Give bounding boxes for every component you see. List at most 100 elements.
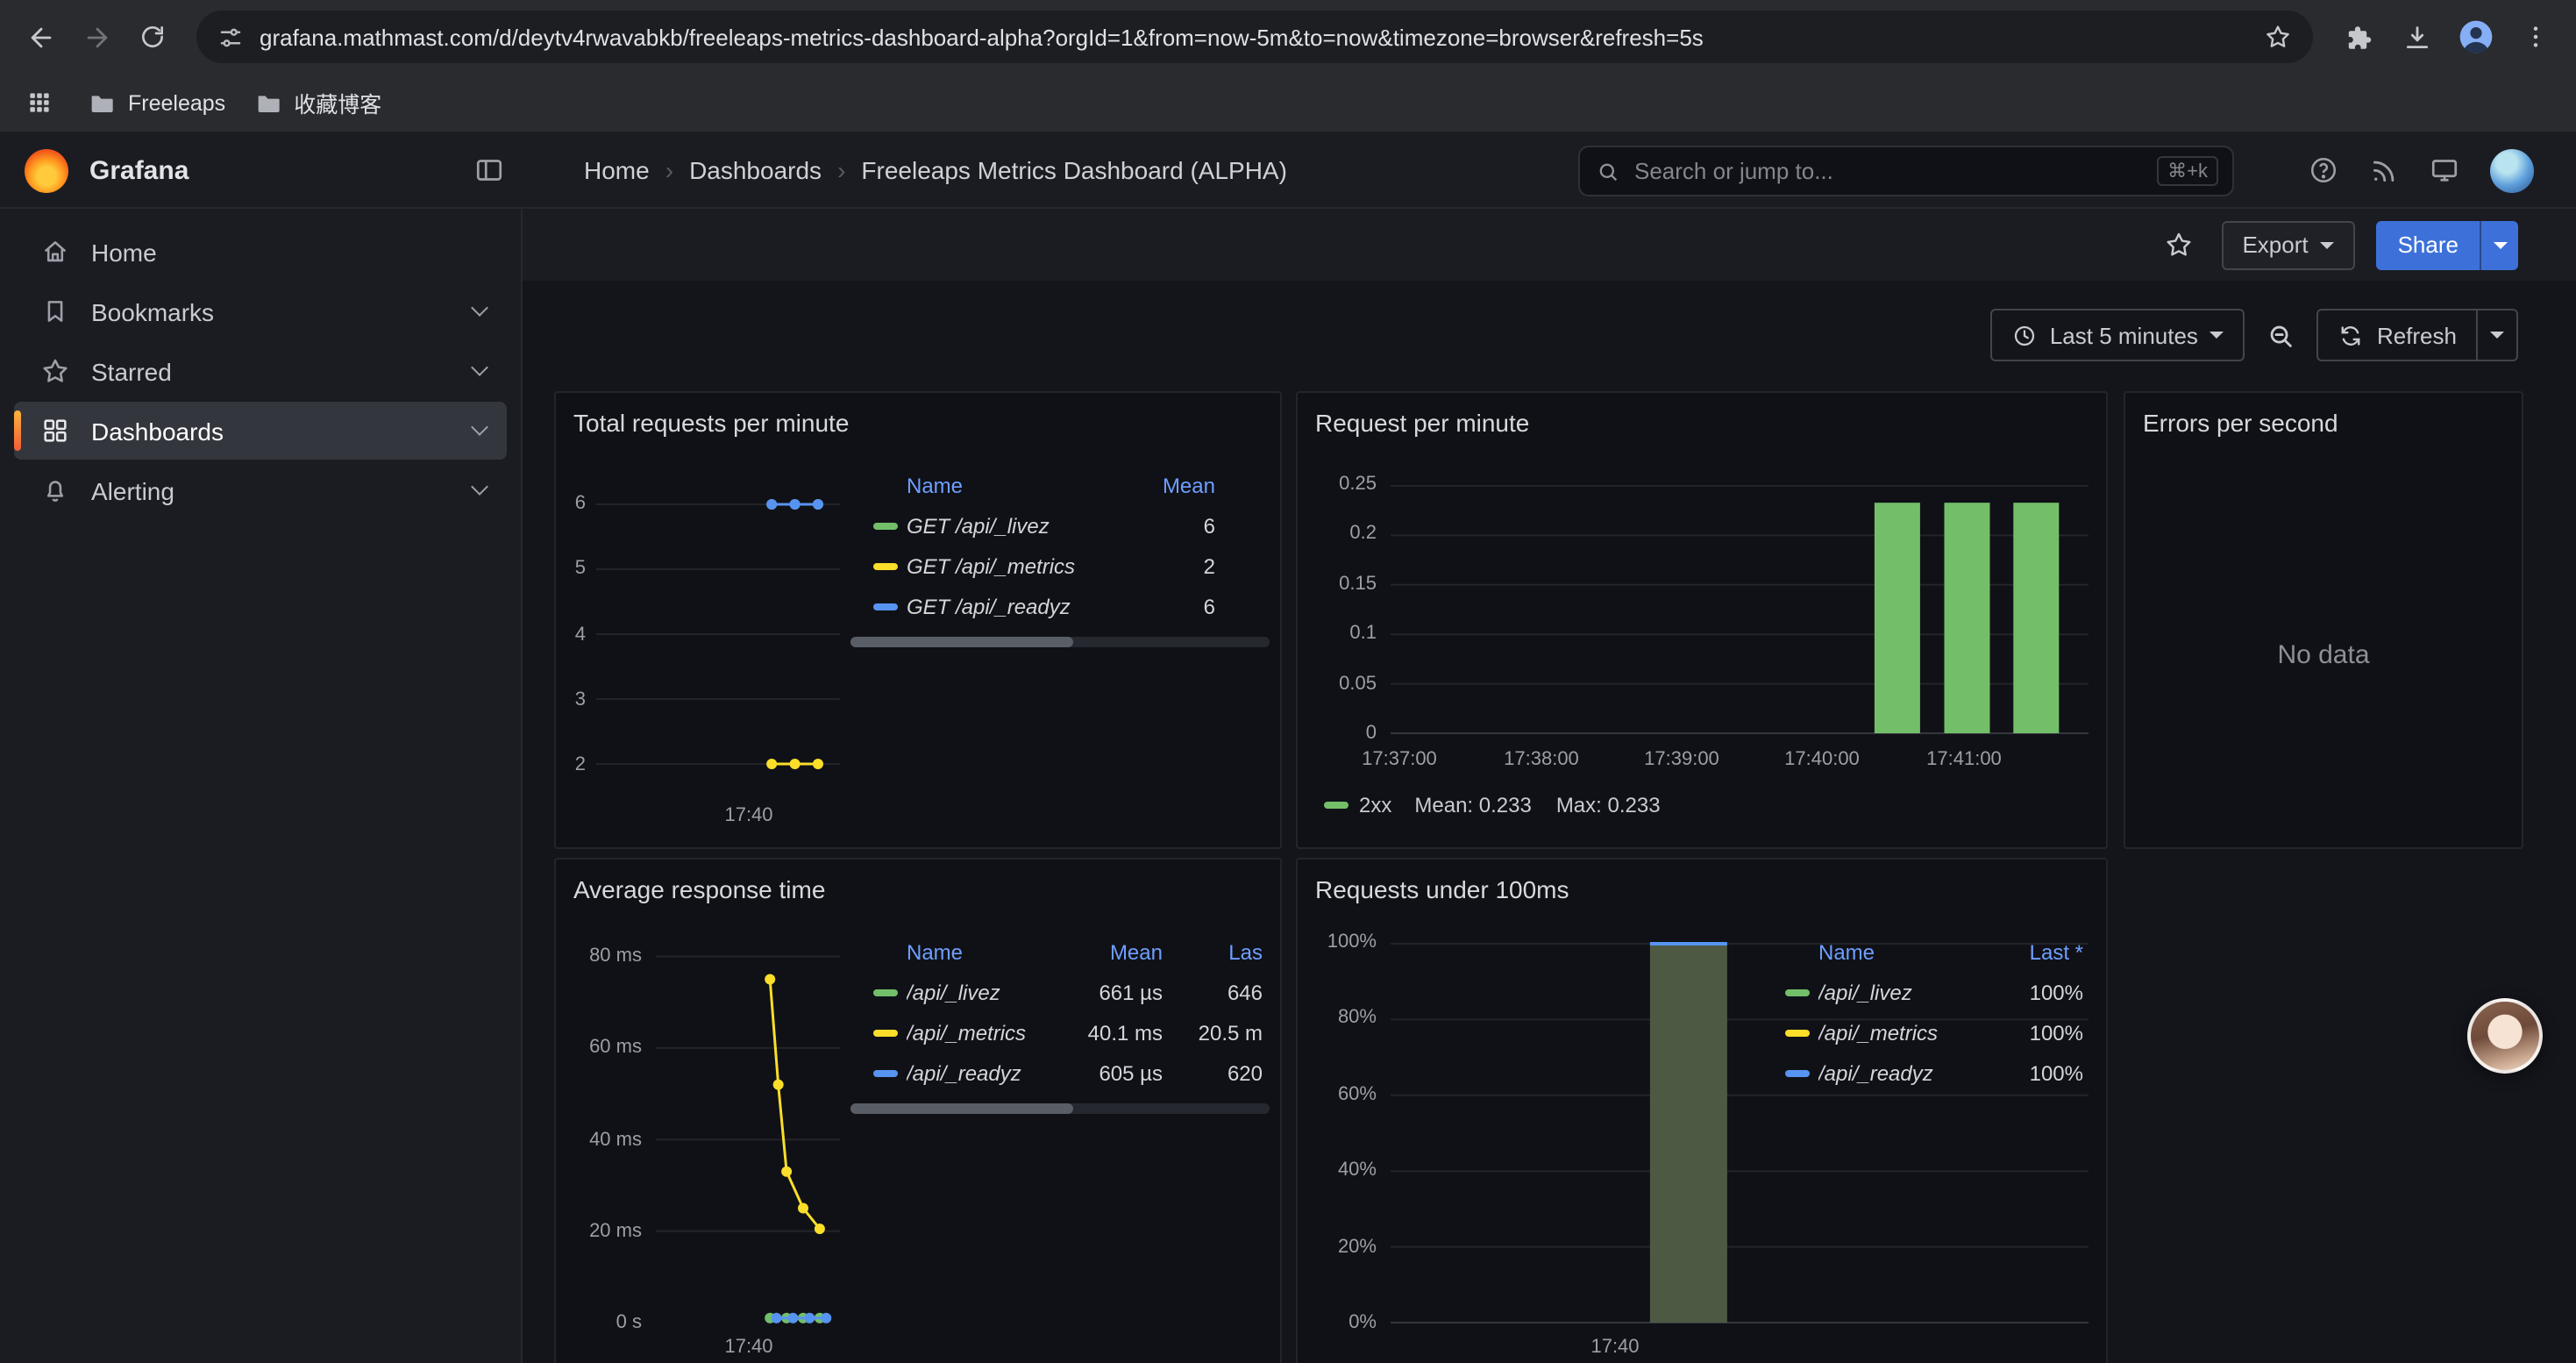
sidebar-item-dashboards[interactable]: Dashboards bbox=[14, 402, 507, 460]
bookmark-folder-blog[interactable]: 收藏博客 bbox=[253, 86, 381, 119]
chevron-down-icon[interactable] bbox=[471, 418, 488, 436]
back-icon[interactable] bbox=[14, 11, 67, 63]
bookmark-star-icon[interactable] bbox=[2264, 23, 2292, 51]
favorite-star-icon[interactable] bbox=[2156, 223, 2200, 267]
screen: Freeleaps 收藏博客 Grafana Home › Dashboards… bbox=[0, 0, 2576, 1363]
sidebar-item-alerting[interactable]: Alerting bbox=[14, 461, 507, 519]
site-settings-icon[interactable] bbox=[217, 24, 244, 50]
legend-scrollbar[interactable] bbox=[850, 637, 1270, 647]
x-axis-label: 17:41:00 bbox=[1903, 749, 2025, 772]
downloads-icon[interactable] bbox=[2390, 11, 2443, 63]
series-mean: 605 µs bbox=[1082, 1060, 1163, 1085]
legend-row[interactable]: /api/_metrics 40.1 ms 20.5 m bbox=[850, 1012, 1270, 1053]
legend-header-last[interactable]: Las bbox=[1163, 939, 1263, 964]
time-range-label: Last 5 minutes bbox=[2050, 322, 2198, 348]
legend-header-name[interactable]: Name bbox=[873, 473, 1163, 497]
reload-icon[interactable] bbox=[126, 11, 179, 63]
series-last: 100% bbox=[2030, 1020, 2083, 1045]
breadcrumb-home[interactable]: Home bbox=[584, 156, 650, 184]
sidebar-item-starred[interactable]: Starred bbox=[14, 342, 507, 400]
x-axis-label: 17:40:00 bbox=[1761, 749, 1883, 772]
extensions-icon[interactable] bbox=[2330, 11, 2383, 63]
bookmark-label: 收藏博客 bbox=[294, 86, 381, 119]
series-mean: Mean: 0.233 bbox=[1414, 793, 1531, 817]
panel-request-per-minute[interactable]: Request per minute 0.25 0.2 0.15 0.1 0.0… bbox=[1296, 391, 2108, 849]
legend-header-mean[interactable]: Mean bbox=[1163, 473, 1215, 497]
legend-row[interactable]: /api/_readyz 100% bbox=[1785, 1053, 2083, 1093]
x-axis-label: 17:39:00 bbox=[1620, 749, 1743, 772]
legend-header-name[interactable]: Name bbox=[1785, 939, 2030, 964]
legend-header-row: Name Last * bbox=[1785, 931, 2083, 972]
series-color-swatch bbox=[1785, 988, 1810, 995]
assistant-avatar-widget[interactable] bbox=[2467, 998, 2543, 1074]
legend-row[interactable]: GET /api/_readyz 6 bbox=[850, 586, 1215, 626]
dashboards-icon bbox=[40, 416, 70, 446]
chevron-down-icon[interactable] bbox=[471, 359, 488, 376]
legend[interactable]: 2xx Mean: 0.233 Max: 0.233 bbox=[1324, 793, 1685, 817]
user-avatar[interactable] bbox=[2490, 148, 2534, 192]
panel-total-requests[interactable]: Total requests per minute 6 5 4 3 2 17:4… bbox=[554, 391, 1282, 849]
panel-requests-under-100ms[interactable]: Requests under 100ms 100% 80% 60% 40% 20… bbox=[1296, 858, 2108, 1363]
bell-icon bbox=[40, 475, 70, 505]
y-axis-labels: 80 ms 60 ms 40 ms 20 ms 0 s bbox=[556, 946, 642, 1335]
legend-row[interactable]: /api/_livez 661 µs 646 bbox=[850, 972, 1270, 1012]
sidebar: Home Bookmarks Starred Dashboards bbox=[0, 209, 523, 1363]
sidebar-item-home[interactable]: Home bbox=[14, 223, 507, 281]
url-bar[interactable] bbox=[196, 11, 2313, 63]
time-range-picker[interactable]: Last 5 minutes bbox=[1990, 309, 2245, 361]
sidebar-toggle-icon[interactable] bbox=[473, 154, 505, 186]
breadcrumb-current: Freeleaps Metrics Dashboard (ALPHA) bbox=[861, 156, 1287, 184]
grafana-header: Grafana Home › Dashboards › Freeleaps Me… bbox=[0, 133, 2576, 209]
x-axis-label: 17:37:00 bbox=[1338, 749, 1461, 772]
legend-header-last[interactable]: Last * bbox=[2030, 939, 2083, 964]
header-icons bbox=[2308, 148, 2534, 192]
home-icon bbox=[40, 237, 70, 267]
export-button[interactable]: Export bbox=[2221, 220, 2355, 269]
grafana-logo[interactable] bbox=[25, 148, 68, 192]
url-input[interactable] bbox=[260, 24, 2248, 50]
share-button[interactable]: Share bbox=[2377, 220, 2480, 269]
caret-down-icon bbox=[2321, 241, 2335, 248]
bookmark-folder-freeleaps[interactable]: Freeleaps bbox=[88, 89, 225, 117]
toolbar-actions bbox=[2330, 11, 2562, 63]
legend-row[interactable]: /api/_livez 100% bbox=[1785, 972, 2083, 1012]
breadcrumb-separator: › bbox=[665, 156, 673, 184]
series-mean: 6 bbox=[1204, 594, 1215, 618]
sidebar-item-label: Alerting bbox=[91, 476, 174, 504]
panel-average-response-time[interactable]: Average response time 80 ms 60 ms 40 ms … bbox=[554, 858, 1282, 1363]
panel-errors-per-second[interactable]: Errors per second No data bbox=[2124, 391, 2523, 849]
chevron-down-icon[interactable] bbox=[471, 478, 488, 496]
legend-row[interactable]: GET /api/_livez 6 bbox=[850, 505, 1215, 546]
legend-row[interactable]: /api/_readyz 605 µs 620 bbox=[850, 1053, 1270, 1093]
forward-icon[interactable] bbox=[70, 11, 123, 63]
series-name: GET /api/_livez bbox=[907, 513, 1204, 538]
search-input[interactable] bbox=[1634, 158, 2143, 184]
x-axis-label: 17:40 bbox=[696, 1337, 801, 1359]
profile-avatar[interactable] bbox=[2450, 11, 2502, 63]
star-icon bbox=[40, 356, 70, 386]
legend-row[interactable]: GET /api/_metrics 2 bbox=[850, 546, 1215, 586]
breadcrumb-dashboards[interactable]: Dashboards bbox=[689, 156, 822, 184]
refresh-split-button: Refresh bbox=[2317, 309, 2518, 361]
legend-header-name[interactable]: Name bbox=[873, 939, 1082, 964]
legend-header-mean[interactable]: Mean bbox=[1082, 939, 1163, 964]
browser-menu-icon[interactable] bbox=[2509, 11, 2562, 63]
help-icon[interactable] bbox=[2308, 154, 2339, 186]
search-box[interactable]: ⌘+k bbox=[1578, 146, 2234, 196]
refresh-button[interactable]: Refresh bbox=[2317, 309, 2478, 361]
sidebar-item-bookmarks[interactable]: Bookmarks bbox=[14, 282, 507, 340]
export-label: Export bbox=[2242, 232, 2308, 258]
news-rss-icon[interactable] bbox=[2369, 155, 2399, 185]
refresh-interval-dropdown[interactable] bbox=[2476, 309, 2518, 361]
apps-grid-icon[interactable] bbox=[18, 82, 60, 124]
legend-row[interactable]: /api/_metrics 100% bbox=[1785, 1012, 2083, 1053]
share-dropdown-icon[interactable] bbox=[2480, 220, 2518, 269]
series-color-swatch bbox=[873, 603, 898, 610]
refresh-icon bbox=[2338, 322, 2365, 348]
series-name: /api/_livez bbox=[907, 980, 1082, 1004]
panel-title: Errors per second bbox=[2143, 409, 2338, 437]
zoom-out-icon[interactable] bbox=[2259, 309, 2303, 361]
chevron-down-icon[interactable] bbox=[471, 299, 488, 317]
monitor-icon[interactable] bbox=[2429, 154, 2460, 186]
legend-scrollbar[interactable] bbox=[850, 1103, 1270, 1114]
